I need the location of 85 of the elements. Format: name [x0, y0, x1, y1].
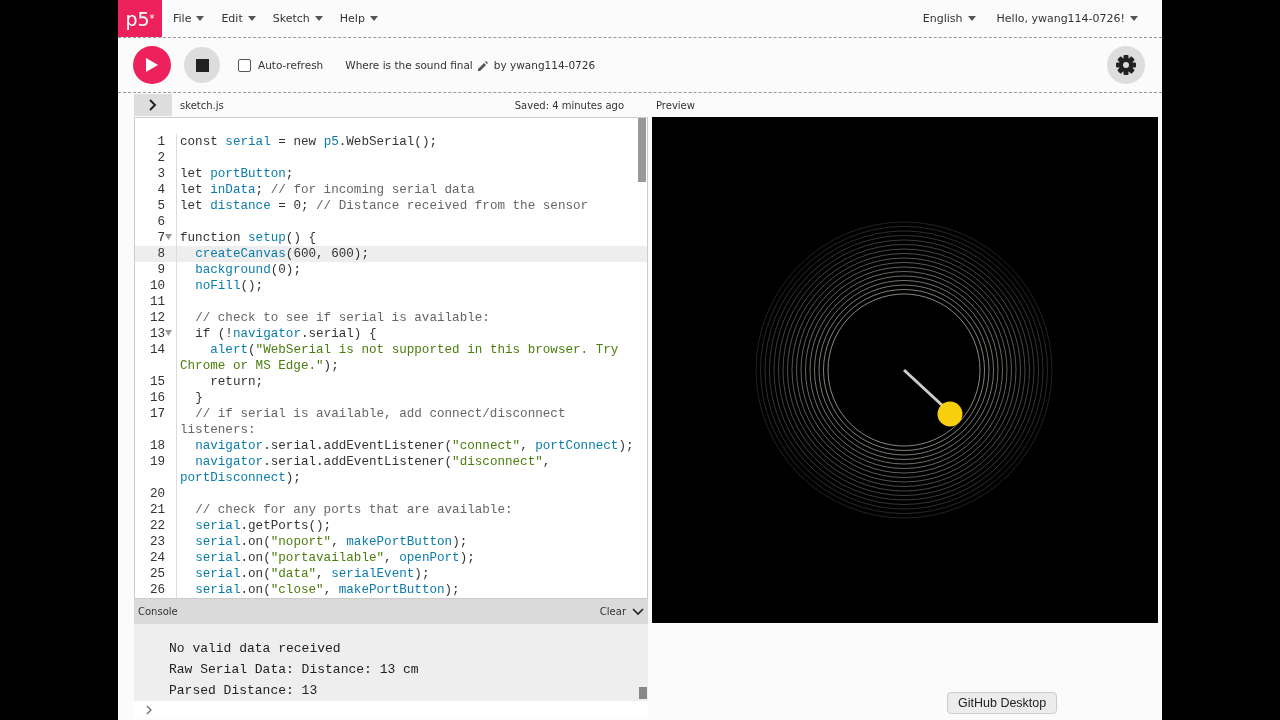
line-number: 9: [156, 262, 165, 278]
code-line: serial.on("portavailable", openPort);: [176, 550, 641, 566]
menu-item[interactable]: File: [173, 12, 192, 25]
code-line: if (!navigator.serial) {: [176, 326, 641, 342]
checkbox-label[interactable]: Auto-refresh: [258, 59, 324, 71]
caret-icon: [967, 16, 976, 21]
line-number: 8: [156, 246, 165, 262]
collapse-button[interactable]: [134, 94, 172, 116]
language-menu[interactable]: English: [922, 12, 963, 25]
caret-icon: [247, 16, 256, 21]
line-number: 10: [148, 278, 165, 294]
code-line: return;: [176, 374, 641, 390]
save-status: Saved: 4 minutes ago: [514, 99, 624, 111]
code-line: createCanvas(600, 600);: [176, 246, 641, 262]
preview-title: Preview: [656, 99, 695, 111]
tooltip: GitHub Desktop: [947, 692, 1058, 714]
code-line: }: [176, 390, 641, 406]
menu-item[interactable]: Edit: [221, 12, 243, 25]
code-line: navigator.serial.addEventListener("disconnect", portDisconnect);: [176, 454, 641, 486]
line-number: 24: [148, 550, 165, 566]
stop-button[interactable]: [184, 47, 220, 83]
play-button[interactable]: [133, 46, 171, 84]
menu-item[interactable]: Help: [339, 12, 365, 25]
checkbox[interactable]: [238, 58, 251, 72]
line-number: 11: [148, 294, 165, 310]
line-number: 6: [156, 214, 165, 230]
line-number: 5: [156, 198, 165, 214]
line-number: 17: [148, 406, 165, 423]
code-line: serial.on("close", makePortButton);: [176, 582, 641, 598]
line-number: 26: [148, 582, 165, 598]
line-number: 21: [148, 502, 165, 518]
line-number: 19: [148, 454, 165, 471]
code-line: // if serial is available, add connect/disconnect listeners:: [176, 406, 641, 438]
line-number: 18: [148, 438, 165, 454]
user-menu[interactable]: Hello, ywang114-0726!: [996, 12, 1125, 25]
chevron-right-icon: [149, 99, 157, 111]
code-line: // check for any ports that are available:: [176, 502, 641, 518]
fold-icon[interactable]: [165, 330, 172, 336]
caret-icon: [196, 16, 205, 21]
caret-icon: [1130, 16, 1138, 21]
line-number: 16: [148, 390, 165, 406]
settings-icon: [1116, 55, 1136, 75]
line-number: 3: [156, 166, 165, 182]
line-number: 22: [148, 518, 165, 534]
line-number: 20: [148, 486, 165, 502]
line-number: 4: [156, 182, 165, 198]
code-line: noFill();: [176, 278, 641, 294]
fold-icon[interactable]: [165, 234, 172, 240]
code-line: let distance = 0; // Distance received from the sensor: [176, 198, 641, 214]
code-line: // check to see if serial is available:: [176, 310, 641, 326]
code-line: serial.getPorts();: [176, 518, 641, 534]
p5-logo[interactable]: p5$^{*}$: [118, 0, 162, 37]
line-number: 12: [148, 310, 165, 326]
stop-icon: [195, 58, 209, 72]
line-number: 13: [148, 326, 165, 342]
line-number: 1: [156, 134, 165, 150]
play-icon: [146, 58, 158, 72]
code-line: navigator.serial.addEventListener("connect", portConnect);: [176, 438, 641, 454]
line-number: 7: [156, 230, 165, 246]
settings-button[interactable]: [1107, 46, 1145, 84]
console-message: Parsed Distance: 13: [169, 682, 318, 700]
console-title: Console: [138, 606, 178, 617]
scrollbar-thumb[interactable]: [639, 687, 647, 699]
line-number: 14: [148, 342, 165, 359]
prompt-icon: [146, 705, 153, 715]
console-message: Raw Serial Data: Distance: 13 cm: [169, 661, 419, 679]
clear-button[interactable]: Clear: [599, 606, 626, 617]
line-number: 2: [156, 150, 165, 166]
caret-icon: [369, 16, 378, 21]
code-line: serial.on("noport", makePortButton);: [176, 534, 641, 550]
scrollbar-thumb[interactable]: [638, 118, 646, 182]
line-number: 23: [148, 534, 165, 550]
author-text: by ywang114-0726: [493, 59, 596, 71]
file-name[interactable]: sketch.js: [180, 99, 224, 111]
code-line: alert("WebSerial is not supported in this browser. Try Chrome or MS Edge.");: [176, 342, 641, 374]
caret-icon: [314, 16, 323, 21]
console-message: No valid data received: [169, 640, 341, 658]
line-number: 15: [148, 374, 165, 390]
sketch-name[interactable]: Where is the sound final: [345, 59, 473, 71]
menu-item[interactable]: Sketch: [272, 12, 310, 25]
chevron-down-icon: [632, 607, 644, 616]
line-number: 25: [148, 566, 165, 582]
code-line: serial.on("data", serialEvent);: [176, 566, 641, 582]
code-line: background(0);: [176, 262, 641, 278]
pencil-icon: [476, 59, 488, 71]
